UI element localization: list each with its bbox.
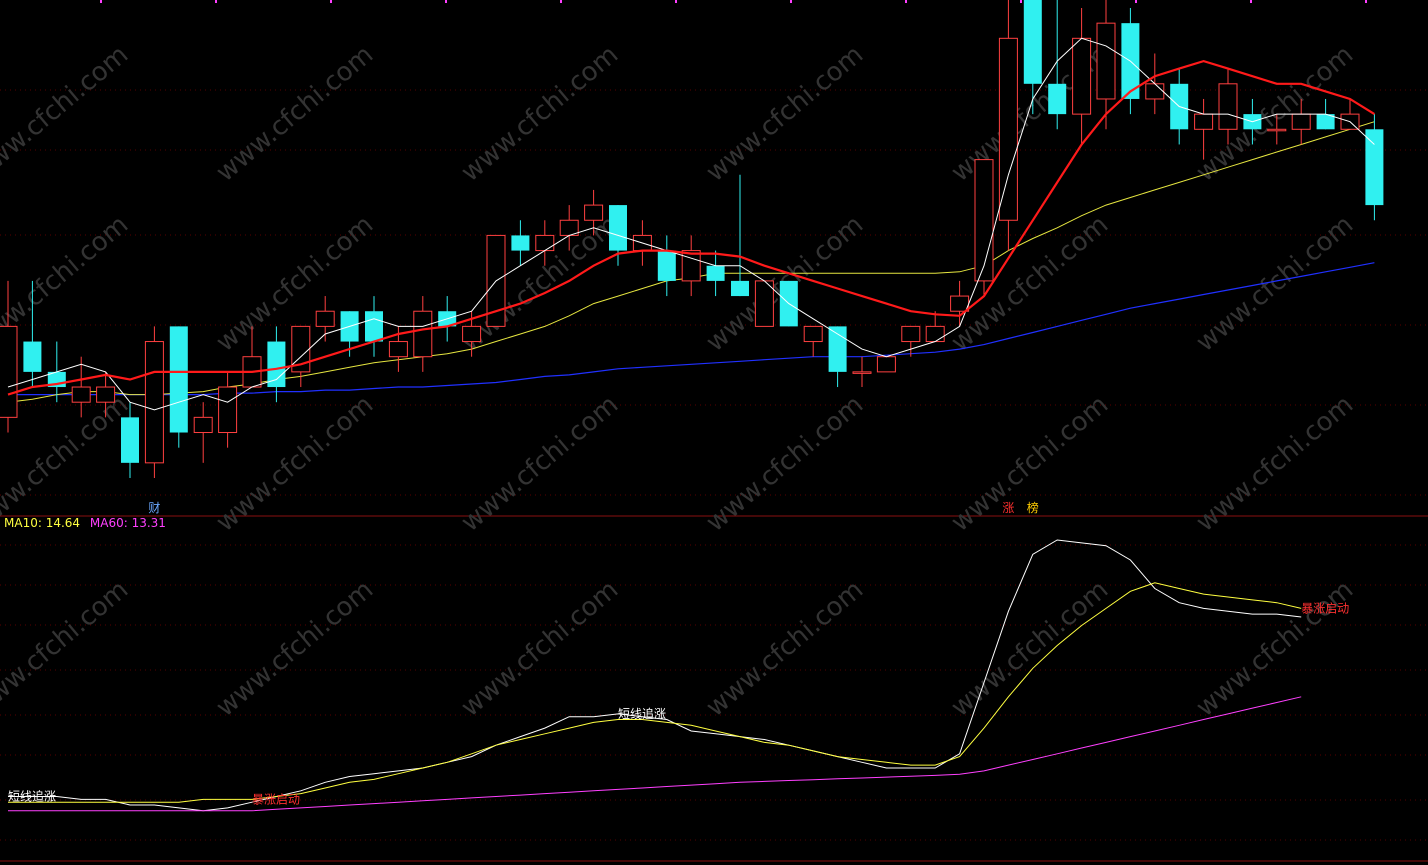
candle-body-up (852, 371, 872, 374)
candle-body-down (121, 417, 139, 463)
candle-body-up (901, 325, 921, 343)
candle-body-down (511, 235, 530, 251)
top-tick (905, 0, 907, 3)
top-tick (215, 0, 217, 3)
candle-body-up (96, 386, 116, 403)
candle-body-up (0, 325, 18, 418)
ma-white-line (7, 37, 1375, 411)
candle-body-up (413, 310, 433, 358)
watermark-text: www.cfchi.com (701, 575, 870, 723)
event-marker: 涨 (1002, 500, 1014, 515)
watermark-text: www.cfchi.com (0, 40, 134, 188)
candlestick-panel: 16.89财涨榜 (0, 0, 1384, 515)
top-tick (1135, 0, 1137, 3)
watermark-text: www.cfchi.com (456, 40, 625, 188)
candle-body-up (754, 280, 774, 327)
top-tick (1020, 0, 1022, 3)
watermark-text: www.cfchi.com (1191, 575, 1360, 723)
candle-body-up (803, 325, 823, 343)
candle-body-down (1023, 0, 1042, 84)
indicator-line-1 (8, 582, 1302, 803)
candle-body-up (950, 295, 970, 312)
event-marker: 榜 (1027, 500, 1039, 515)
top-tick (445, 0, 447, 3)
watermark-text: www.cfchi.com (701, 40, 870, 188)
event-marker: 财 (148, 501, 160, 515)
indicator-legend: MA10: 14.64 MA60: 13.31 (4, 516, 172, 530)
candle-body-down (267, 341, 286, 388)
candle-body-up (1267, 128, 1287, 132)
candle-body-down (731, 280, 749, 297)
candle-body-up (462, 325, 482, 343)
indicator-panel: 短线追涨 暴涨启动短线追涨暴涨启动 (8, 539, 1349, 812)
candle-body-down (828, 326, 847, 372)
watermark-text: www.cfchi.com (211, 575, 380, 723)
watermark-text: www.cfchi.com (0, 210, 134, 358)
indicator-line-0 (8, 539, 1302, 812)
candle-body-up (1145, 83, 1165, 100)
top-tick (560, 0, 562, 3)
candle-body-up (584, 204, 604, 221)
watermark-text: www.cfchi.com (211, 40, 380, 188)
top-tick (330, 0, 332, 3)
top-tick (100, 0, 102, 3)
stock-chart: www.cfchi.com www.cfchi.com www.cfchi.com w… (0, 0, 1428, 862)
watermark-text: www.cfchi.com (1191, 210, 1360, 358)
indicator-annotation: 短线追涨 (8, 789, 56, 804)
watermark-text: www.cfchi.com (946, 210, 1115, 358)
legend-ma10: MA10: 14.64 (4, 516, 81, 530)
candle-body-down (1048, 83, 1067, 115)
candle-body-up (315, 310, 335, 327)
candle-body-up (218, 386, 238, 434)
candle-body-up (1194, 113, 1214, 130)
candle-body-down (365, 311, 383, 342)
candle-body-up (193, 416, 213, 434)
candle-body-down (169, 326, 188, 433)
candle-body-up (974, 159, 994, 282)
candle-body-down (23, 341, 42, 372)
candle-body-up (1218, 83, 1238, 130)
candle-body-up (998, 37, 1018, 221)
candle-body-up (681, 250, 701, 282)
watermark-text: www.cfchi.com (0, 575, 134, 723)
candle-body-up (1072, 37, 1092, 115)
candle-body-down (657, 250, 676, 281)
candle-body-up (1096, 22, 1116, 100)
candle-body-down (1365, 129, 1384, 206)
candle-body-down (609, 205, 627, 251)
candle-body-up (388, 341, 408, 358)
candle-body-up (535, 234, 555, 252)
grid (0, 0, 1428, 862)
top-tick (790, 0, 792, 3)
candle-body-up (876, 356, 896, 373)
candle-body-down (706, 265, 725, 281)
top-tick (1250, 0, 1252, 3)
watermark-text: www.cfchi.com (456, 575, 625, 723)
indicator-annotation: 暴涨启动 (252, 791, 300, 806)
indicator-annotation: 暴涨启动 (1301, 600, 1349, 615)
watermarks: www.cfchi.com www.cfchi.com www.cfchi.com w… (0, 40, 1359, 723)
legend-ma60: MA60: 13.31 (89, 516, 166, 530)
ma-red-line (7, 59, 1375, 396)
candle-body-up (144, 341, 164, 464)
candle-body-up (1291, 113, 1311, 130)
top-tick (675, 0, 677, 3)
top-tick (1365, 0, 1367, 3)
watermark-text: www.cfchi.com (946, 575, 1115, 723)
candle-body-up (925, 325, 945, 343)
candle-body-up (71, 386, 91, 403)
indicator-annotation: 短线追涨 (618, 706, 666, 721)
